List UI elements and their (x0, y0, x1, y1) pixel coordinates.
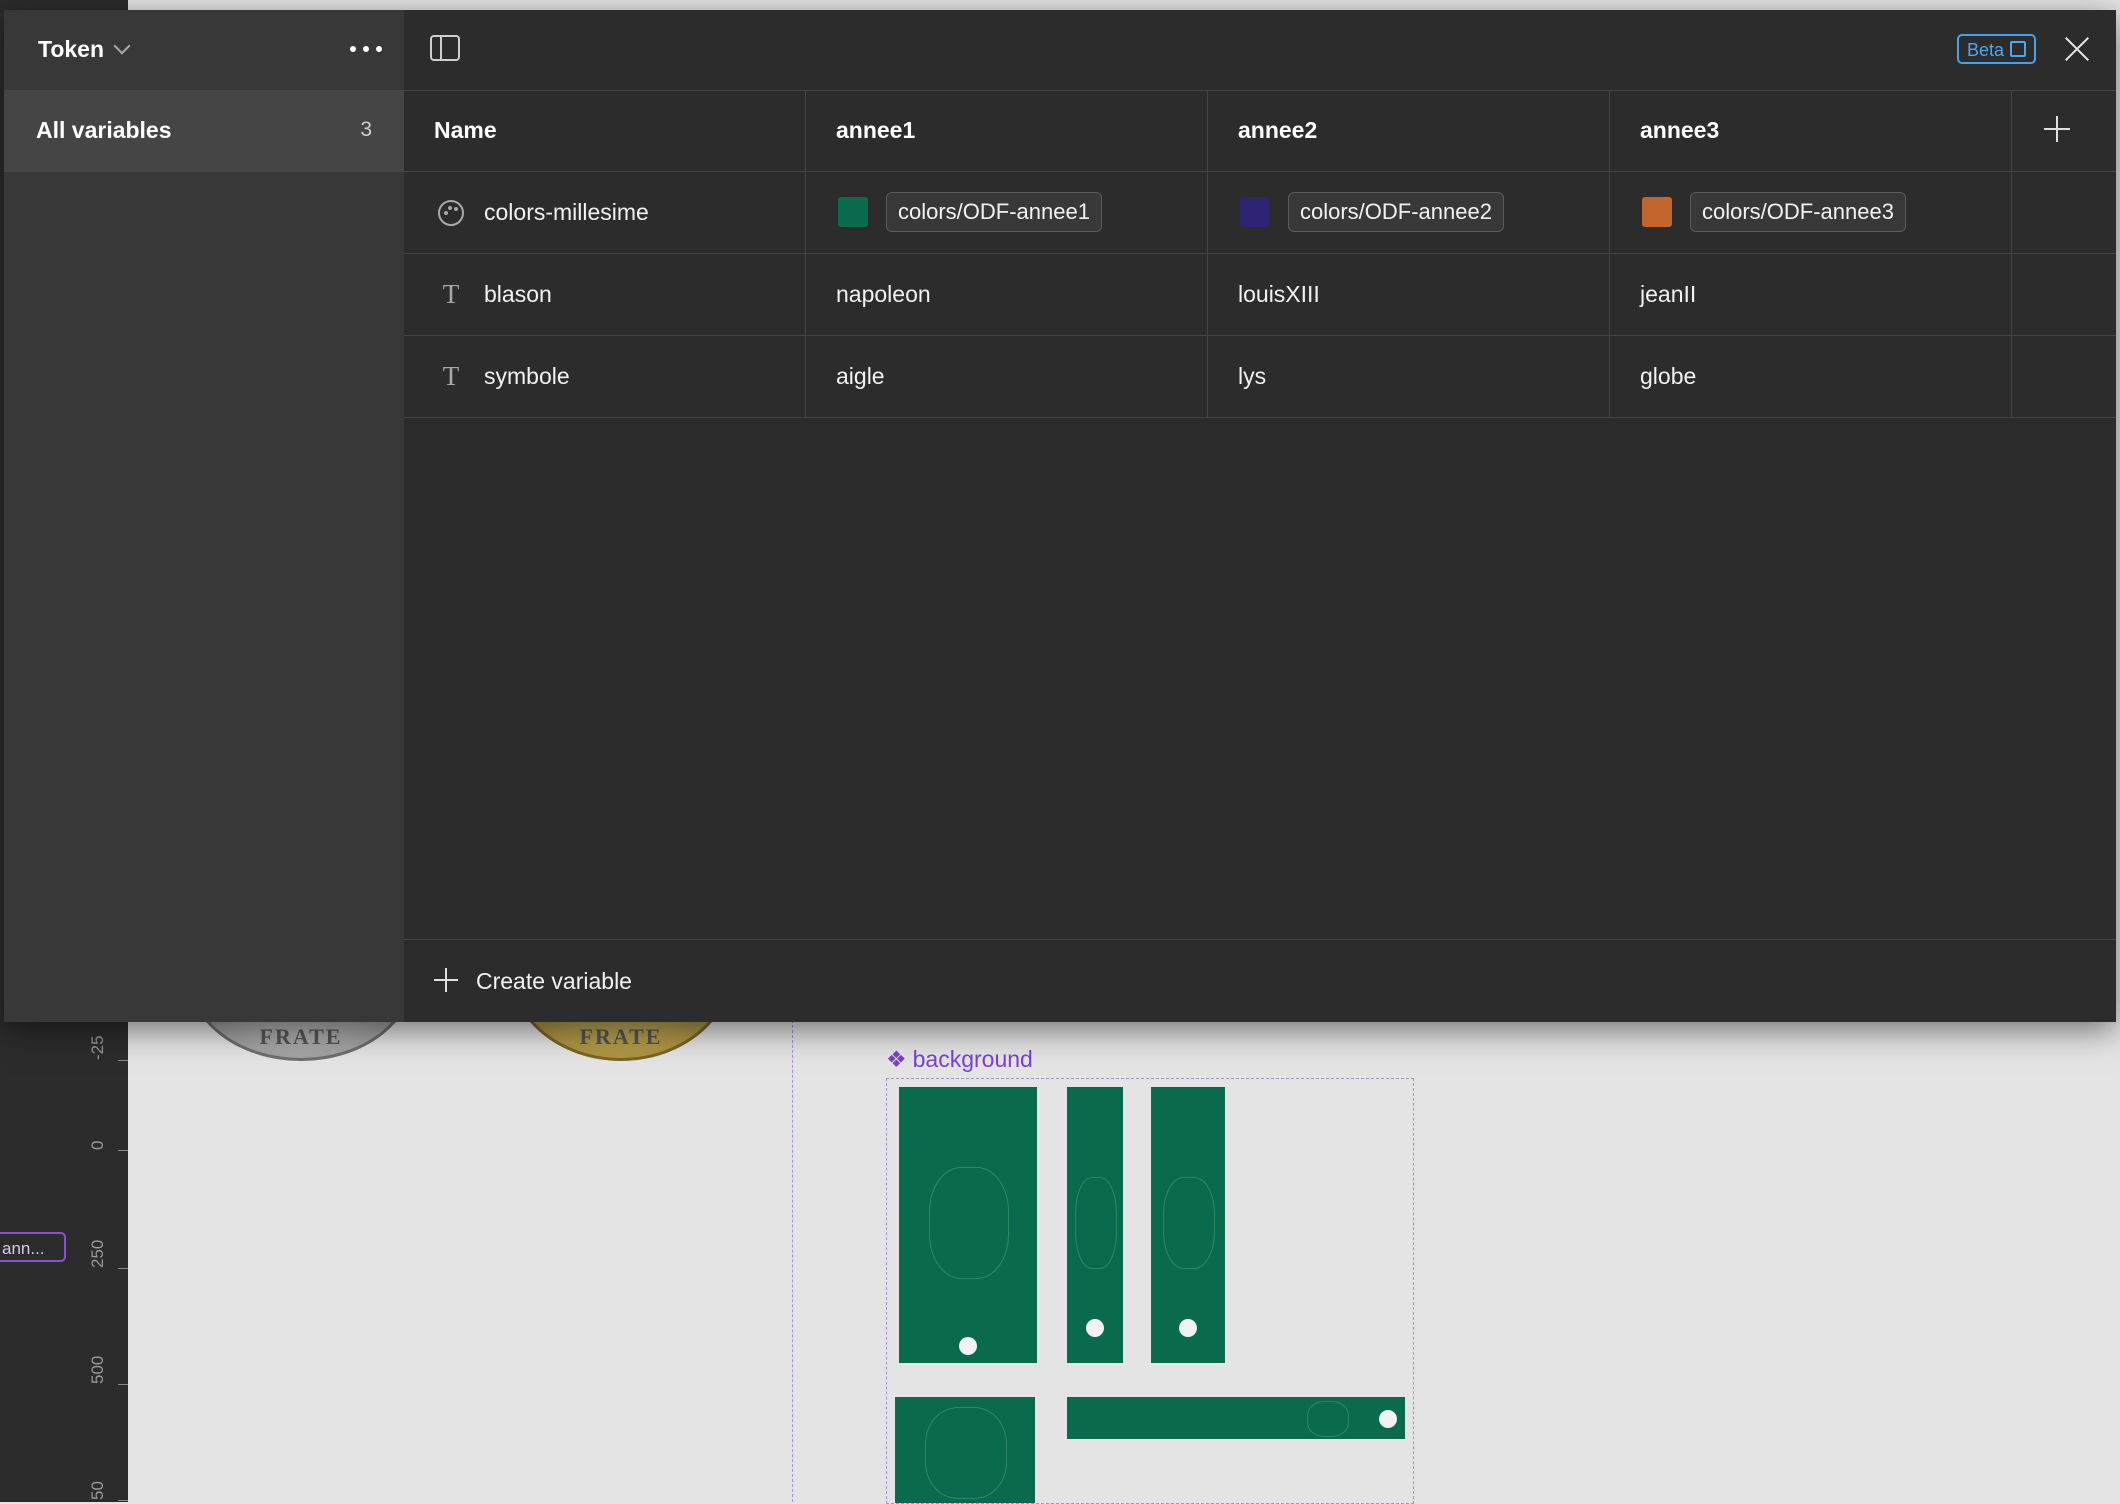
variable-value-cell[interactable]: lys (1208, 336, 1610, 417)
variable-name-cell[interactable]: T blason (404, 254, 806, 335)
variable-value-cell[interactable]: napoleon (806, 254, 1208, 335)
color-swatch (1240, 197, 1270, 227)
empty-cell (2012, 336, 2116, 417)
column-header-mode[interactable]: annee2 (1208, 90, 1610, 171)
variable-name-cell[interactable]: T symbole (404, 336, 806, 417)
alias-pill[interactable]: colors/ODF-annee2 (1288, 192, 1504, 232)
color-swatch (1642, 197, 1672, 227)
more-options-icon[interactable] (348, 36, 384, 60)
sidebar-item-label: All variables (36, 117, 172, 143)
variable-name: blason (484, 281, 552, 307)
empty-cell (2012, 172, 2116, 253)
variables-table-panel: Beta Name annee1 annee2 annee3 colors-mi… (404, 10, 2116, 1022)
frame-guide (792, 1010, 794, 1502)
variable-value-cell[interactable]: louisXIII (1208, 254, 1610, 335)
table-row[interactable]: T symbole aigle lys globe (404, 336, 2116, 418)
variable-value-cell[interactable]: jeanII (1610, 254, 2012, 335)
variable-value-cell[interactable]: colors/ODF-annee3 (1610, 172, 2012, 253)
background-variant[interactable] (899, 1087, 1037, 1363)
table-header-row: Name annee1 annee2 annee3 (404, 90, 2116, 172)
create-variable-button[interactable]: Create variable (404, 939, 2116, 1022)
close-icon[interactable] (2064, 36, 2090, 62)
variable-mode-chip[interactable]: ann... (0, 1232, 66, 1262)
sidebar-item-count: 3 (360, 118, 372, 141)
plus-icon (2044, 116, 2070, 142)
modal-toolbar: Beta (404, 10, 2116, 91)
column-header-mode[interactable]: annee1 (806, 90, 1208, 171)
text-variable-icon: T (442, 361, 460, 391)
component-label[interactable]: ❖ background (886, 1046, 1033, 1073)
variable-name: colors-millesime (484, 199, 649, 225)
column-header-mode[interactable]: annee3 (1610, 90, 2012, 171)
beta-badge[interactable]: Beta (1956, 34, 2036, 64)
add-mode-button[interactable] (2012, 90, 2116, 171)
alias-pill[interactable]: colors/ODF-annee3 (1690, 192, 1906, 232)
background-component[interactable] (886, 1078, 1414, 1504)
column-header-name: Name (404, 90, 806, 171)
background-variant[interactable] (1151, 1087, 1225, 1363)
empty-cell (2012, 254, 2116, 335)
color-swatch (838, 197, 868, 227)
background-variant[interactable] (1067, 1397, 1405, 1439)
variable-value-cell[interactable]: colors/ODF-annee1 (806, 172, 1208, 253)
collection-title[interactable]: Token (38, 36, 104, 63)
plus-icon (434, 968, 458, 992)
component-icon: ❖ (886, 1046, 907, 1072)
table-row[interactable]: T blason napoleon louisXIII jeanII (404, 254, 2116, 336)
sidebar-item-all-variables[interactable]: All variables 3 (4, 90, 404, 172)
color-variable-icon (438, 200, 464, 226)
variable-value-cell[interactable]: aigle (806, 336, 1208, 417)
text-variable-icon: T (442, 279, 460, 309)
variable-value-cell[interactable]: colors/ODF-annee2 (1208, 172, 1610, 253)
alias-pill[interactable]: colors/ODF-annee1 (886, 192, 1102, 232)
sidebar-toggle-icon[interactable] (430, 35, 460, 61)
collections-sidebar: Token All variables 3 (4, 10, 404, 1022)
background-variant[interactable] (895, 1397, 1035, 1503)
table-row[interactable]: colors-millesime colors/ODF-annee1 color… (404, 172, 2116, 254)
create-variable-label: Create variable (476, 968, 632, 994)
collection-header: Token (4, 10, 404, 90)
variable-value-cell[interactable]: globe (1610, 336, 2012, 417)
variables-modal: Token All variables 3 Beta Name annee1 a… (4, 10, 2116, 1022)
variable-name: symbole (484, 363, 570, 389)
variable-name-cell[interactable]: colors-millesime (404, 172, 806, 253)
external-link-icon (2010, 41, 2026, 57)
chevron-down-icon[interactable] (113, 37, 131, 55)
variables-table: Name annee1 annee2 annee3 colors-millesi… (404, 90, 2116, 418)
background-variant[interactable] (1067, 1087, 1123, 1363)
